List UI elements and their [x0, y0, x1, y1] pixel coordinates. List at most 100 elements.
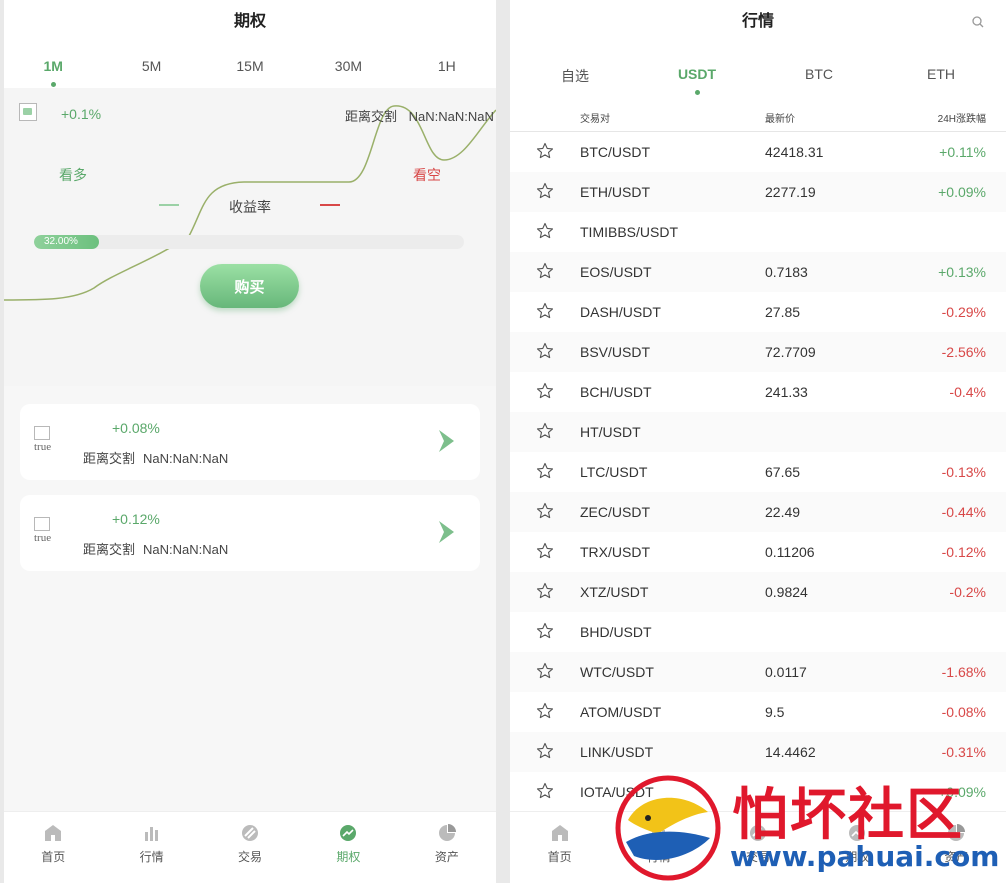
tab-btc[interactable]: BTC — [758, 44, 880, 96]
last-price: 0.0117 — [765, 664, 807, 680]
table-row[interactable]: WTC/USDT 0.0117 -1.68% — [510, 652, 1006, 692]
change-24h: -0.08% — [941, 704, 986, 720]
last-price: 241.33 — [765, 384, 808, 400]
star-icon[interactable] — [536, 422, 554, 440]
change-value: +0.1% — [61, 106, 102, 122]
table-row[interactable]: ZEC/USDT 22.49 -0.44% — [510, 492, 1006, 532]
table-row[interactable]: LTC/USDT 67.65 -0.13% — [510, 452, 1006, 492]
star-icon[interactable] — [536, 462, 554, 480]
tab-favorites[interactable]: 自选 — [514, 44, 636, 96]
card-change: +0.12% — [112, 511, 160, 527]
star-icon[interactable] — [536, 702, 554, 720]
tabbar-options[interactable]: 期权 — [299, 812, 397, 883]
chevron-right-icon[interactable] — [436, 519, 458, 545]
last-price: 0.7183 — [765, 264, 808, 280]
buy-button[interactable]: 购买 — [200, 264, 299, 308]
star-icon[interactable] — [536, 342, 554, 360]
tabbar-home[interactable]: 首页 — [4, 812, 102, 883]
table-header: 交易对 最新价 24H涨跌幅 — [510, 96, 1006, 132]
table-row[interactable]: EOS/USDT 0.7183 +0.13% — [510, 252, 1006, 292]
tab-5m[interactable]: 5M — [102, 44, 200, 88]
market-tabs: 自选 USDT BTC ETH — [510, 44, 1006, 96]
page-title: 期权 — [4, 0, 496, 44]
watermark: 怕坏社区 www.pahuai.com — [612, 770, 1002, 883]
market-panel: 行情 自选 USDT BTC ETH 交易对 最新价 24H涨跌幅 BTC/US… — [510, 0, 1006, 883]
short-label[interactable]: 看空 — [413, 165, 441, 185]
table-row[interactable]: TIMIBBS/USDT — [510, 212, 1006, 252]
market-list: BTC/USDT 42418.31 +0.11% ETH/USDT 2277.19 +0.… — [510, 132, 1006, 812]
table-row[interactable]: TRX/USDT 0.11206 -0.12% — [510, 532, 1006, 572]
change-24h: -1.68% — [941, 664, 986, 680]
table-row[interactable]: LINK/USDT 14.4462 -0.31% — [510, 732, 1006, 772]
star-icon[interactable] — [536, 622, 554, 640]
star-icon[interactable] — [536, 782, 554, 800]
pair-name: ZEC/USDT — [580, 504, 650, 520]
tabbar-market[interactable]: 行情 — [102, 812, 200, 883]
change-24h: -2.56% — [941, 344, 986, 360]
table-row[interactable]: BHD/USDT — [510, 612, 1006, 652]
table-row[interactable]: BSV/USDT 72.7709 -2.56% — [510, 332, 1006, 372]
star-icon[interactable] — [536, 502, 554, 520]
options-icon — [340, 825, 357, 841]
coin-image-icon — [19, 103, 37, 121]
tabbar-home[interactable]: 首页 — [510, 812, 609, 883]
countdown: NaN:NaN:NaN — [143, 542, 229, 557]
countdown: NaN:NaN:NaN — [408, 109, 494, 124]
tab-usdt[interactable]: USDT — [636, 44, 758, 96]
pair-name: ETH/USDT — [580, 184, 650, 200]
last-price: 9.5 — [765, 704, 785, 720]
tab-30m[interactable]: 30M — [299, 44, 397, 88]
table-row[interactable]: DASH/USDT 27.85 -0.29% — [510, 292, 1006, 332]
star-icon[interactable] — [536, 542, 554, 560]
table-row[interactable]: ATOM/USDT 9.5 -0.08% — [510, 692, 1006, 732]
tab-15m[interactable]: 15M — [201, 44, 299, 88]
last-price: 27.85 — [765, 304, 801, 320]
last-price: 14.4462 — [765, 744, 816, 760]
pair-name: HT/USDT — [580, 424, 641, 440]
card-distance: 距离交割 NaN:NaN:NaN — [83, 448, 228, 467]
pair-name: TRX/USDT — [580, 544, 650, 560]
timeframe-tabs: 1M 5M 15M 30M 1H — [4, 44, 496, 88]
star-icon[interactable] — [536, 222, 554, 240]
tab-1m[interactable]: 1M — [4, 44, 102, 88]
pair-name: LTC/USDT — [580, 464, 648, 480]
assets-icon — [438, 824, 456, 841]
table-row[interactable]: BCH/USDT 241.33 -0.4% — [510, 372, 1006, 412]
star-icon[interactable] — [536, 262, 554, 280]
distance-text: 距离交割 — [83, 542, 136, 557]
table-row[interactable]: XTZ/USDT 0.9824 -0.2% — [510, 572, 1006, 612]
tabbar-assets[interactable]: 资产 — [398, 812, 496, 883]
pair-name: DASH/USDT — [580, 304, 661, 320]
star-icon[interactable] — [536, 182, 554, 200]
tab-1h[interactable]: 1H — [398, 44, 496, 88]
distance-label: 距离交割 NaN:NaN:NaN — [345, 106, 494, 125]
last-price: 2277.19 — [765, 184, 816, 200]
chevron-right-icon[interactable] — [436, 428, 458, 454]
distance-text: 距离交割 — [83, 451, 136, 466]
star-icon[interactable] — [536, 742, 554, 760]
tab-eth[interactable]: ETH — [880, 44, 1002, 96]
star-icon[interactable] — [536, 662, 554, 680]
table-row[interactable]: ETH/USDT 2277.19 +0.09% — [510, 172, 1006, 212]
yield-progress-bar: 32.00% — [34, 235, 464, 249]
pair-name: XTZ/USDT — [580, 584, 649, 600]
star-icon[interactable] — [536, 382, 554, 400]
tab-label: 行情 — [139, 850, 164, 864]
tab-label: 交易 — [238, 850, 263, 864]
tab-label: 资产 — [434, 850, 459, 864]
star-icon[interactable] — [536, 582, 554, 600]
long-label[interactable]: 看多 — [59, 165, 87, 185]
column-price: 最新价 — [765, 114, 795, 125]
change-24h: +0.13% — [938, 264, 986, 280]
column-pair: 交易对 — [580, 114, 610, 125]
star-icon[interactable] — [536, 302, 554, 320]
star-icon[interactable] — [536, 142, 554, 160]
search-icon[interactable] — [972, 16, 984, 28]
countdown: NaN:NaN:NaN — [143, 451, 229, 466]
table-row[interactable]: BTC/USDT 42418.31 +0.11% — [510, 132, 1006, 172]
table-row[interactable]: HT/USDT — [510, 412, 1006, 452]
tabbar-trade[interactable]: 交易 — [201, 812, 299, 883]
watermark-title: 怕坏社区 — [732, 783, 964, 848]
option-card[interactable]: true +0.12% 距离交割 NaN:NaN:NaN — [20, 495, 480, 571]
option-card[interactable]: true +0.08% 距离交割 NaN:NaN:NaN — [20, 404, 480, 480]
